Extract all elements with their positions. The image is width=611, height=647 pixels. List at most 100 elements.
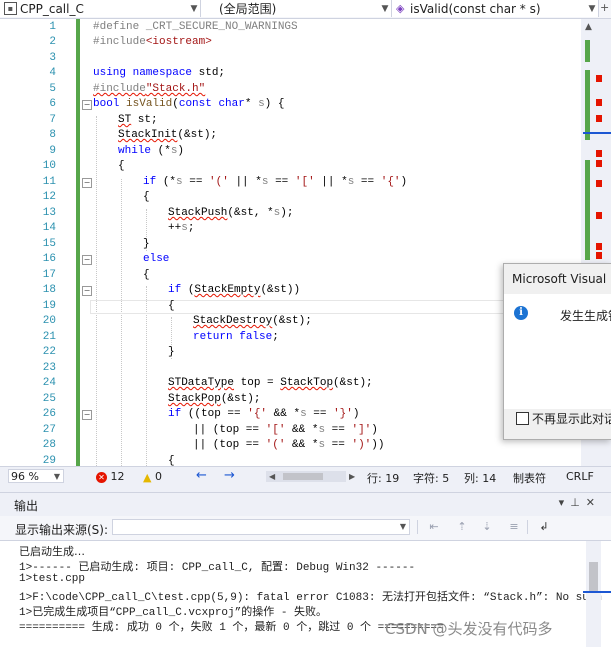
error-icon: ✕ bbox=[96, 471, 107, 483]
warning-count[interactable]: ▲ 0 bbox=[143, 470, 162, 484]
code-line: } bbox=[168, 346, 175, 358]
collapse-icon[interactable]: − bbox=[82, 178, 92, 188]
code-line: if (StackEmpty(&st)) bbox=[168, 284, 301, 296]
collapse-icon[interactable]: − bbox=[82, 286, 92, 296]
code-line: || (top == '(' && *s == ')')) bbox=[193, 439, 385, 451]
panel-window-controls: ▾⊥✕ bbox=[559, 496, 601, 509]
code-line: else bbox=[143, 253, 170, 265]
line-number: 18 bbox=[42, 284, 56, 296]
previous-message-icon[interactable]: ⇡ bbox=[454, 520, 470, 534]
error-marker[interactable] bbox=[596, 115, 602, 122]
navigate-forward-icon[interactable]: → bbox=[224, 468, 235, 483]
code-line: } bbox=[143, 238, 150, 250]
code-line: #include"Stack.h" bbox=[93, 83, 206, 95]
collapse-icon[interactable]: − bbox=[82, 100, 92, 110]
code-line: { bbox=[143, 191, 150, 203]
find-message-icon[interactable]: ⇤ bbox=[426, 520, 442, 534]
code-line: STDataType top = StackTop(&st); bbox=[168, 377, 373, 389]
project-name: CPP_call_C bbox=[20, 1, 84, 16]
line-number: 3 bbox=[49, 52, 56, 64]
code-line: using namespace std; bbox=[93, 67, 226, 79]
line-number: 11 bbox=[42, 176, 56, 188]
output-scroll-thumb[interactable] bbox=[589, 562, 598, 592]
error-marker[interactable] bbox=[596, 160, 602, 167]
scroll-right-icon[interactable]: ▶ bbox=[349, 472, 355, 481]
line-number: 24 bbox=[42, 377, 56, 389]
output-source-label: 显示输出来源(S): bbox=[15, 523, 109, 537]
line-number: 10 bbox=[42, 160, 56, 172]
line-number: 4 bbox=[49, 67, 56, 79]
scope-dropdown[interactable]: (全局范围) ▼ bbox=[201, 0, 392, 17]
char-indicator[interactable]: 字符: 5 bbox=[413, 470, 449, 486]
editor-status-bar: 96 % ▼ ✕ 12 ▲ 0 ← → ◀ ▶ 行: 19 字符: 5 列: 14… bbox=[0, 466, 611, 487]
horizontal-scroll-thumb[interactable] bbox=[283, 473, 323, 480]
line-number: 19 bbox=[42, 300, 56, 312]
code-line: bool isValid(const char* s) { bbox=[93, 98, 285, 110]
code-line: { bbox=[143, 269, 150, 281]
toolbar-separator bbox=[417, 520, 418, 534]
output-vertical-scrollbar[interactable] bbox=[586, 541, 601, 647]
dont-show-again-checkbox[interactable] bbox=[516, 412, 529, 425]
split-icon[interactable]: + bbox=[600, 1, 609, 14]
member-dropdown[interactable]: ◈ isValid(const char * s) ▼ bbox=[392, 0, 599, 17]
clear-all-icon[interactable]: ≡ bbox=[506, 520, 522, 534]
scroll-left-icon[interactable]: ◀ bbox=[269, 472, 275, 481]
line-ending-indicator[interactable]: CRLF bbox=[566, 470, 594, 483]
output-line: 1>F:\code\CPP_call_C\test.cpp(5,9): fata… bbox=[19, 592, 603, 604]
close-icon[interactable]: ✕ bbox=[586, 496, 601, 509]
code-line: StackPush(&st, *s); bbox=[168, 207, 294, 219]
error-marker[interactable] bbox=[596, 180, 602, 187]
output-line: 1>已完成生成项目“CPP_call_C.vcxproj”的操作 - 失败。 bbox=[19, 607, 328, 619]
dropdown-icon[interactable]: ▾ bbox=[559, 496, 571, 509]
error-marker[interactable] bbox=[596, 99, 602, 106]
zoom-level-dropdown[interactable]: 96 % ▼ bbox=[8, 469, 64, 483]
line-number: 14 bbox=[42, 222, 56, 234]
line-number: 20 bbox=[42, 315, 56, 327]
line-number: 8 bbox=[49, 129, 56, 141]
line-number: 17 bbox=[42, 269, 56, 281]
line-number: 25 bbox=[42, 393, 56, 405]
code-line: if ((top == '{' && *s == '}') bbox=[168, 408, 360, 420]
pin-icon[interactable]: ⊥ bbox=[570, 496, 586, 509]
next-message-icon[interactable]: ⇣ bbox=[479, 520, 495, 534]
word-wrap-icon[interactable]: ↲ bbox=[536, 520, 552, 534]
line-number: 6 bbox=[49, 98, 56, 110]
output-panel-title: 输出 bbox=[14, 499, 39, 513]
project-icon: ▪ bbox=[4, 2, 17, 15]
chevron-down-icon: ▼ bbox=[399, 522, 406, 531]
code-line: { bbox=[168, 300, 175, 312]
output-line: 已启动生成… bbox=[19, 545, 85, 558]
collapse-icon[interactable]: − bbox=[82, 410, 92, 420]
scroll-up-icon[interactable]: ▲ bbox=[585, 22, 592, 32]
error-marker[interactable] bbox=[596, 243, 602, 250]
info-icon: i bbox=[514, 306, 528, 320]
column-indicator[interactable]: 列: 14 bbox=[464, 470, 496, 486]
error-marker[interactable] bbox=[596, 252, 602, 259]
change-marker bbox=[585, 70, 590, 140]
collapse-icon[interactable]: − bbox=[82, 255, 92, 265]
line-number-gutter: 1 2 3 4 5 6 7 8 9 10 11 12 13 14 15 16 1… bbox=[0, 19, 62, 466]
error-marker[interactable] bbox=[596, 75, 602, 82]
code-line: #define _CRT_SECURE_NO_WARNINGS bbox=[93, 21, 298, 33]
error-marker[interactable] bbox=[596, 150, 602, 157]
code-line: || (top == '[' && *s == ']') bbox=[193, 424, 378, 436]
toolbar-separator bbox=[527, 520, 528, 534]
method-icon: ◈ bbox=[396, 2, 405, 15]
code-line: if (*s == '(' || *s == '[' || *s == '{') bbox=[143, 176, 408, 188]
watermark: CSDN @头发没有代码多 bbox=[385, 620, 553, 638]
code-line: ST st; bbox=[118, 114, 158, 126]
line-number: 23 bbox=[42, 362, 56, 374]
output-source-dropdown[interactable]: ▼ bbox=[112, 519, 410, 535]
indent-guide bbox=[121, 179, 122, 466]
line-number: 12 bbox=[42, 191, 56, 203]
chevron-down-icon: ▼ bbox=[381, 3, 389, 14]
tabs-indicator[interactable]: 制表符 bbox=[513, 470, 546, 486]
navigate-back-icon[interactable]: ← bbox=[196, 468, 207, 483]
line-indicator[interactable]: 行: 19 bbox=[367, 470, 399, 486]
code-editor[interactable]: 1 2 3 4 5 6 7 8 9 10 11 12 13 14 15 16 1… bbox=[0, 19, 581, 466]
error-marker[interactable] bbox=[596, 212, 602, 219]
change-tracking-bar bbox=[76, 19, 80, 466]
error-count[interactable]: ✕ 12 bbox=[96, 470, 125, 483]
project-dropdown[interactable]: ▪ CPP_call_C ▼ bbox=[0, 0, 201, 17]
change-marker bbox=[585, 160, 590, 260]
